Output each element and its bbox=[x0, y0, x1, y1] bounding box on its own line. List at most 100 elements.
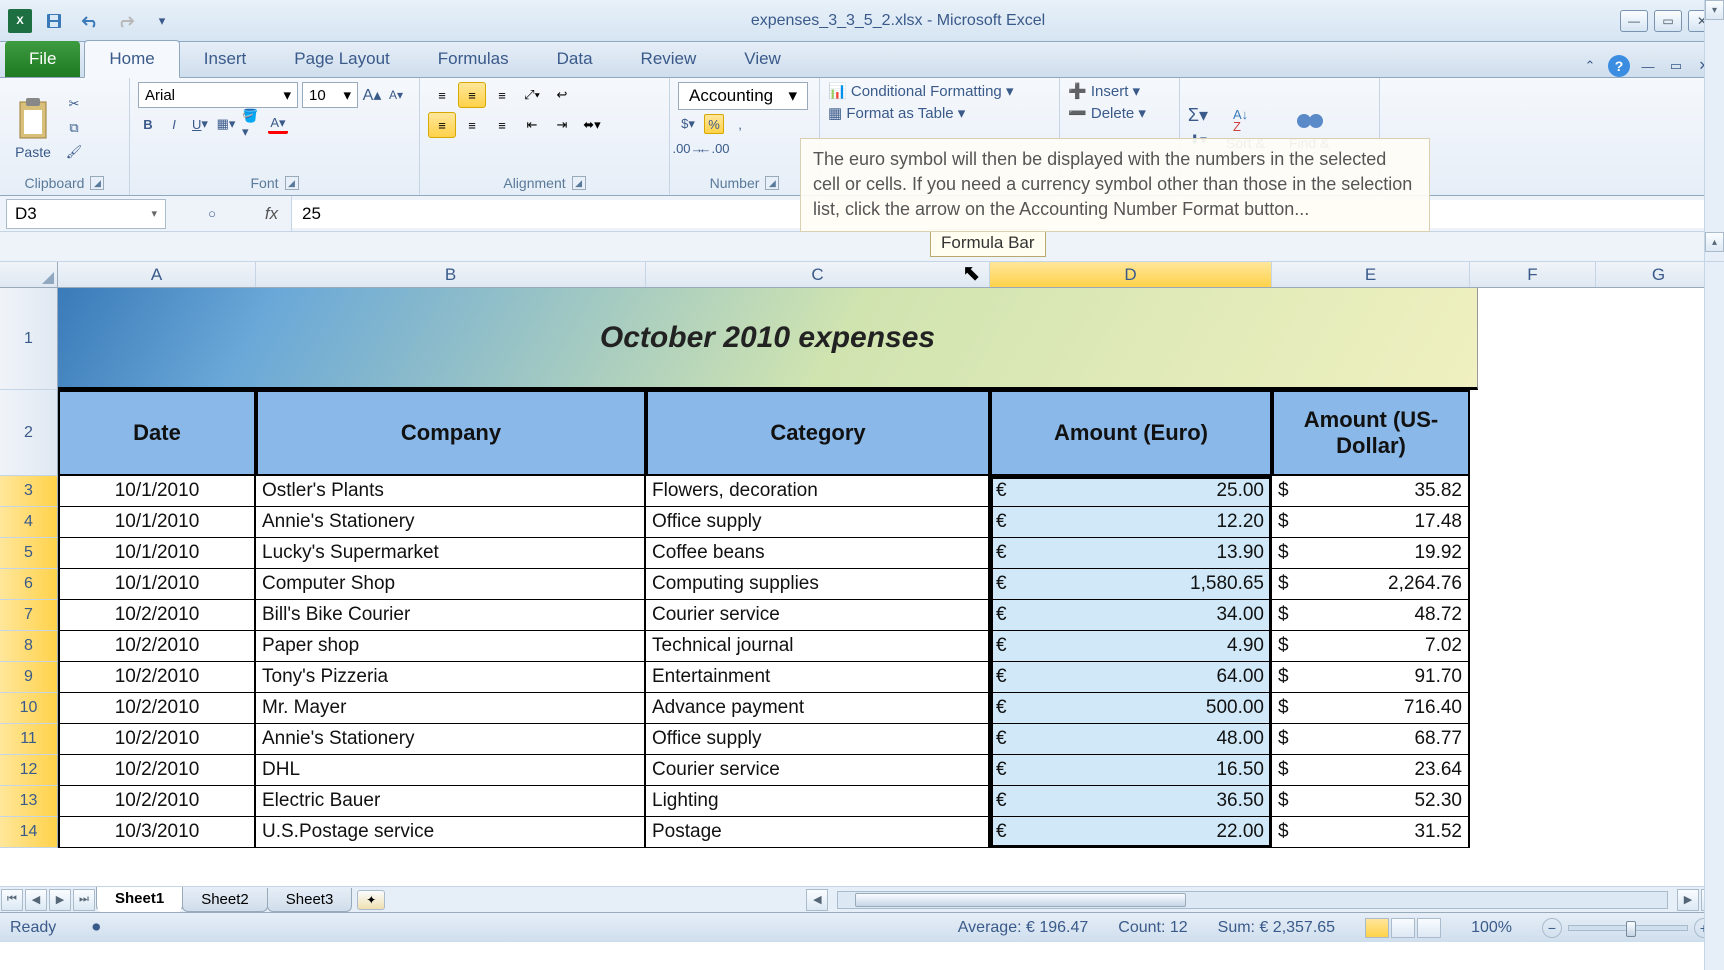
cell-euro[interactable]: €1,580.65 bbox=[990, 569, 1272, 600]
zoom-out-button[interactable]: − bbox=[1542, 918, 1562, 938]
tab-data[interactable]: Data bbox=[533, 41, 617, 77]
cell-date[interactable]: 10/1/2010 bbox=[58, 569, 256, 600]
row-header-7[interactable]: 7 bbox=[0, 600, 58, 631]
row-header-14[interactable]: 14 bbox=[0, 817, 58, 848]
cell-usd[interactable]: $68.77 bbox=[1272, 724, 1470, 755]
percent-format-button[interactable]: % bbox=[704, 114, 724, 134]
row-header-12[interactable]: 12 bbox=[0, 755, 58, 786]
alignment-dialog-launcher[interactable]: ◢ bbox=[572, 176, 586, 190]
select-all-corner[interactable] bbox=[0, 262, 58, 287]
number-dialog-launcher[interactable]: ◢ bbox=[765, 176, 779, 190]
italic-button[interactable]: I bbox=[164, 114, 184, 134]
shrink-font-button[interactable]: A▾ bbox=[386, 85, 406, 105]
cell-company[interactable]: Bill's Bike Courier bbox=[256, 600, 646, 631]
row-header-13[interactable]: 13 bbox=[0, 786, 58, 817]
tab-page-layout[interactable]: Page Layout bbox=[270, 41, 413, 77]
font-name-select[interactable]: Arial▾ bbox=[138, 82, 298, 108]
zoom-level[interactable]: 100% bbox=[1471, 919, 1512, 937]
row-header-4[interactable]: 4 bbox=[0, 507, 58, 538]
help-icon[interactable]: ? bbox=[1608, 55, 1630, 77]
tab-insert[interactable]: Insert bbox=[180, 41, 271, 77]
cell-euro[interactable]: €25.00 bbox=[990, 476, 1272, 507]
col-header-c[interactable]: C bbox=[646, 262, 990, 287]
cell-usd[interactable]: $48.72 bbox=[1272, 600, 1470, 631]
border-button[interactable]: ▦▾ bbox=[216, 114, 236, 134]
cell-euro[interactable]: €16.50 bbox=[990, 755, 1272, 786]
cell-company[interactable]: Ostler's Plants bbox=[256, 476, 646, 507]
cut-button[interactable]: ✂ bbox=[64, 94, 84, 114]
cell-company[interactable]: Tony's Pizzeria bbox=[256, 662, 646, 693]
vertical-scrollbar[interactable] bbox=[1704, 262, 1724, 886]
header-amount-usd[interactable]: Amount (US-Dollar) bbox=[1272, 390, 1470, 476]
bold-button[interactable]: B bbox=[138, 114, 158, 134]
cell-date[interactable]: 10/3/2010 bbox=[58, 817, 256, 848]
cell-date[interactable]: 10/2/2010 bbox=[58, 755, 256, 786]
grow-font-button[interactable]: A▴ bbox=[362, 85, 382, 105]
header-amount-euro[interactable]: Amount (Euro) bbox=[990, 390, 1272, 476]
page-layout-view-button[interactable] bbox=[1391, 918, 1415, 938]
save-button[interactable] bbox=[40, 7, 68, 35]
header-company[interactable]: Company bbox=[256, 390, 646, 476]
cell-usd[interactable]: $35.82 bbox=[1272, 476, 1470, 507]
cell-category[interactable]: Advance payment bbox=[646, 693, 990, 724]
title-cell[interactable]: October 2010 expenses bbox=[58, 288, 1478, 390]
format-as-table-button[interactable]: ▦ Format as Table ▾ bbox=[828, 104, 965, 122]
hscroll-right[interactable]: ▶ bbox=[1677, 889, 1699, 911]
name-box[interactable]: D3▾ bbox=[6, 199, 166, 229]
vscroll-up[interactable]: ▴ bbox=[1705, 232, 1724, 252]
increase-indent-button[interactable]: ⇥ bbox=[548, 112, 576, 138]
file-tab[interactable]: File bbox=[5, 41, 80, 77]
col-header-a[interactable]: A bbox=[58, 262, 256, 287]
comma-format-button[interactable]: , bbox=[730, 114, 750, 134]
cell-euro[interactable]: €64.00 bbox=[990, 662, 1272, 693]
cell-date[interactable]: 10/2/2010 bbox=[58, 693, 256, 724]
cell-category[interactable]: Office supply bbox=[646, 724, 990, 755]
align-left-button[interactable]: ≡ bbox=[428, 112, 456, 138]
cell-usd[interactable]: $91.70 bbox=[1272, 662, 1470, 693]
cell-euro[interactable]: €13.90 bbox=[990, 538, 1272, 569]
sheet-nav-next[interactable]: ▶ bbox=[49, 889, 71, 911]
cell-date[interactable]: 10/1/2010 bbox=[58, 538, 256, 569]
cell-usd[interactable]: $2,264.76 bbox=[1272, 569, 1470, 600]
workbook-restore[interactable]: ▭ bbox=[1666, 56, 1686, 76]
wrap-text-button[interactable]: ↩ bbox=[548, 82, 576, 108]
cell-euro[interactable]: €48.00 bbox=[990, 724, 1272, 755]
cell-usd[interactable]: $31.52 bbox=[1272, 817, 1470, 848]
cell-usd[interactable]: $19.92 bbox=[1272, 538, 1470, 569]
cell-category[interactable]: Courier service bbox=[646, 755, 990, 786]
header-date[interactable]: Date bbox=[58, 390, 256, 476]
cell-category[interactable]: Lighting bbox=[646, 786, 990, 817]
align-middle-button[interactable]: ≡ bbox=[458, 82, 486, 108]
insert-cells-button[interactable]: ➕ Insert ▾ bbox=[1068, 82, 1140, 100]
minimize-ribbon-button[interactable]: ⌃ bbox=[1580, 56, 1600, 76]
cell-company[interactable]: Lucky's Supermarket bbox=[256, 538, 646, 569]
col-header-d[interactable]: D bbox=[990, 262, 1272, 287]
cell-category[interactable]: Coffee beans bbox=[646, 538, 990, 569]
cell-company[interactable]: Paper shop bbox=[256, 631, 646, 662]
cell-category[interactable]: Technical journal bbox=[646, 631, 990, 662]
increase-decimal-button[interactable]: .00→ bbox=[678, 138, 698, 158]
orientation-button[interactable]: ⤢▾ bbox=[518, 82, 546, 108]
maximize-button[interactable]: ▭ bbox=[1654, 10, 1682, 32]
header-category[interactable]: Category bbox=[646, 390, 990, 476]
row-header-1[interactable]: 1 bbox=[0, 288, 58, 390]
format-painter-button[interactable]: 🖌 bbox=[64, 142, 84, 162]
sheet-nav-prev[interactable]: ◀ bbox=[25, 889, 47, 911]
tab-home[interactable]: Home bbox=[84, 40, 179, 78]
row-header-11[interactable]: 11 bbox=[0, 724, 58, 755]
row-header-10[interactable]: 10 bbox=[0, 693, 58, 724]
row-header-2[interactable]: 2 bbox=[0, 390, 58, 476]
decrease-decimal-button[interactable]: ←.00 bbox=[704, 138, 724, 158]
formula-bar-expand[interactable]: ▾ bbox=[1705, 0, 1724, 20]
fill-color-button[interactable]: 🪣▾ bbox=[242, 114, 262, 134]
cell-usd[interactable]: $23.64 bbox=[1272, 755, 1470, 786]
col-header-b[interactable]: B bbox=[256, 262, 646, 287]
tab-view[interactable]: View bbox=[720, 41, 805, 77]
cell-company[interactable]: Computer Shop bbox=[256, 569, 646, 600]
worksheet-grid[interactable]: A B C D E F G 1 2 3 4 5 6 7 8 9 10 11 12… bbox=[0, 262, 1724, 886]
align-bottom-button[interactable]: ≡ bbox=[488, 82, 516, 108]
excel-app-icon[interactable]: X bbox=[8, 9, 32, 33]
col-header-f[interactable]: F bbox=[1470, 262, 1596, 287]
workbook-minimize[interactable]: — bbox=[1638, 56, 1658, 76]
cell-category[interactable]: Office supply bbox=[646, 507, 990, 538]
